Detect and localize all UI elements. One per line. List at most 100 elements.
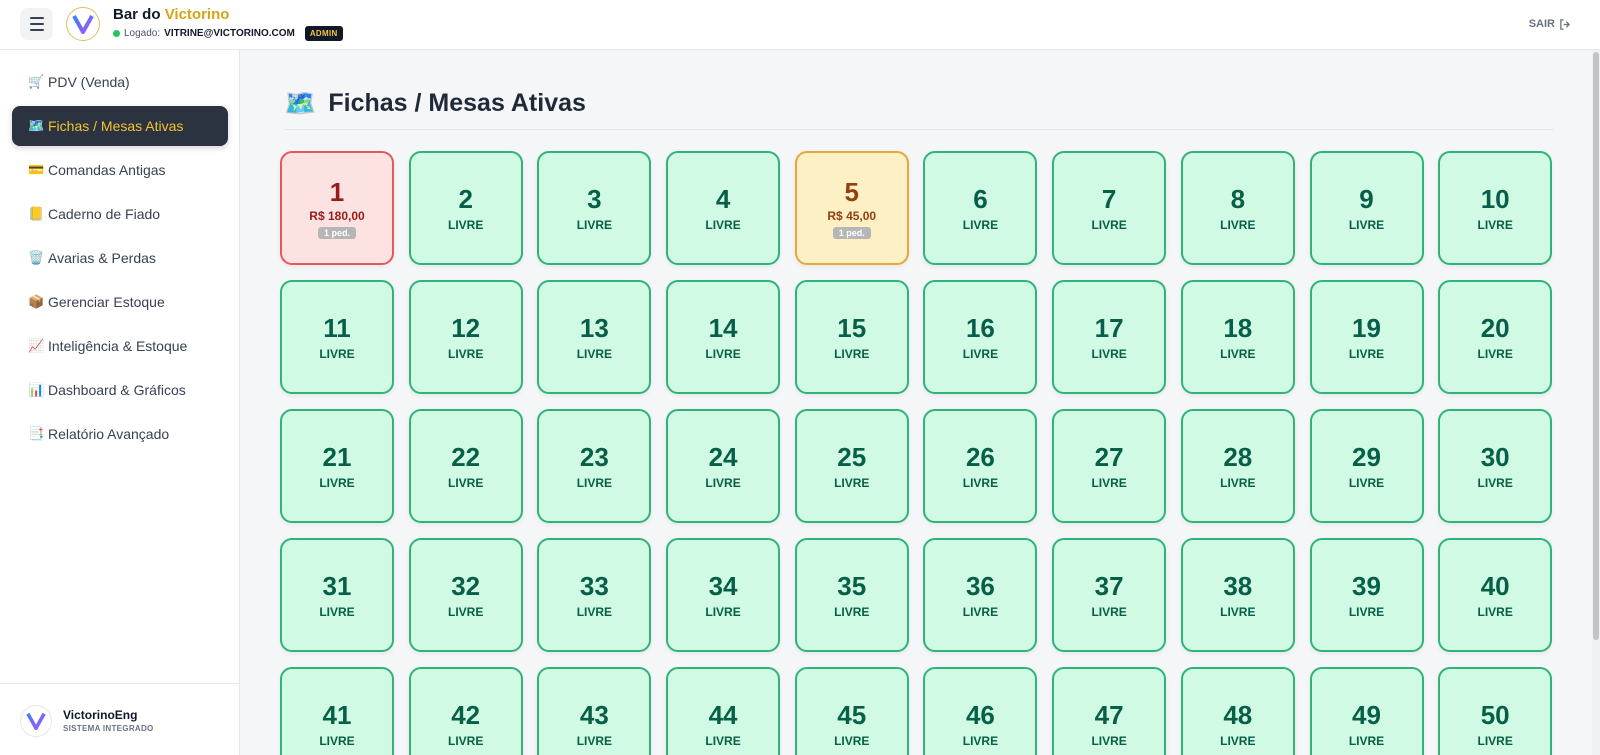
- sidebar-item-icon: 🛒: [28, 74, 45, 89]
- table-status: LIVRE: [834, 605, 870, 619]
- table-status: LIVRE: [1477, 347, 1513, 361]
- table-status: LIVRE: [1477, 605, 1513, 619]
- table-number: 14: [708, 313, 738, 343]
- table-status: LIVRE: [705, 218, 741, 232]
- sidebar-item-pdv-venda[interactable]: 🛒 PDV (Venda): [12, 62, 228, 102]
- table-number: 31: [322, 571, 352, 601]
- tables-grid: 1 R$ 180,00 1 ped. 2 LIVRE 3 LIVRE 4 LIVRE 5 R$ 45…: [280, 151, 1553, 755]
- table-card-32[interactable]: 32 LIVRE: [408, 538, 523, 652]
- table-card-4[interactable]: 4 LIVRE: [666, 151, 781, 265]
- table-card-49[interactable]: 49 LIVRE: [1309, 667, 1424, 755]
- table-card-10[interactable]: 10 LIVRE: [1438, 151, 1553, 265]
- table-card-24[interactable]: 24 LIVRE: [666, 409, 781, 523]
- order-count-badge: 1 ped.: [832, 227, 871, 239]
- table-card-40[interactable]: 40 LIVRE: [1438, 538, 1553, 652]
- sidebar: 🛒 PDV (Venda) 🗺️ Fichas / Mesas Ativas 💳 Coma…: [0, 50, 240, 755]
- table-card-19[interactable]: 19 LIVRE: [1309, 280, 1424, 394]
- table-number: 12: [451, 313, 481, 343]
- table-card-35[interactable]: 35 LIVRE: [794, 538, 909, 652]
- table-status: LIVRE: [1348, 734, 1385, 748]
- table-card-18[interactable]: 18 LIVRE: [1180, 280, 1295, 394]
- table-number: 25: [837, 442, 867, 472]
- table-card-44[interactable]: 44 LIVRE: [666, 667, 781, 755]
- scrollbar-thumb[interactable]: [1593, 52, 1599, 640]
- table-card-48[interactable]: 48 LIVRE: [1180, 667, 1295, 755]
- table-card-31[interactable]: 31 LIVRE: [280, 538, 394, 652]
- table-card-43[interactable]: 43 LIVRE: [537, 667, 652, 755]
- sidebar-item-label: Dashboard & Gráficos: [48, 382, 186, 398]
- table-card-45[interactable]: 45 LIVRE: [794, 667, 909, 755]
- table-card-26[interactable]: 26 LIVRE: [923, 409, 1038, 523]
- table-status: LIVRE: [319, 476, 355, 490]
- table-card-16[interactable]: 16 LIVRE: [923, 280, 1038, 394]
- table-card-23[interactable]: 23 LIVRE: [537, 409, 652, 523]
- sidebar-item-label: Caderno de Fiado: [48, 206, 161, 222]
- table-card-20[interactable]: 20 LIVRE: [1438, 280, 1553, 394]
- table-card-37[interactable]: 37 LIVRE: [1052, 538, 1167, 652]
- sidebar-item-comandas-antigas[interactable]: 💳 Comandas Antigas: [12, 150, 228, 190]
- table-card-21[interactable]: 21 LIVRE: [280, 409, 394, 523]
- table-card-9[interactable]: 9 LIVRE: [1309, 151, 1424, 265]
- table-card-41[interactable]: 41 LIVRE: [280, 667, 394, 755]
- logout-button[interactable]: SAIR: [1529, 18, 1570, 30]
- table-number: 1: [329, 177, 345, 207]
- table-status: LIVRE: [576, 734, 613, 748]
- table-number: 7: [1101, 184, 1117, 214]
- sidebar-item-caderno-de-fiado[interactable]: 📒 Caderno de Fiado: [12, 194, 228, 234]
- table-card-13[interactable]: 13 LIVRE: [537, 280, 652, 394]
- table-number: 41: [322, 700, 352, 730]
- table-card-7[interactable]: 7 LIVRE: [1052, 151, 1167, 265]
- sidebar-item-dashboard-gr-ficos[interactable]: 📊 Dashboard & Gráficos: [12, 370, 228, 410]
- sidebar-item-fichas-mesas-ativas[interactable]: 🗺️ Fichas / Mesas Ativas: [12, 106, 228, 146]
- table-card-39[interactable]: 39 LIVRE: [1309, 538, 1424, 652]
- sidebar-item-gerenciar-estoque[interactable]: 📦 Gerenciar Estoque: [12, 282, 228, 322]
- table-number: 26: [965, 442, 995, 472]
- table-card-36[interactable]: 36 LIVRE: [923, 538, 1038, 652]
- table-number: 33: [579, 571, 609, 601]
- sidebar-item-avarias-perdas[interactable]: 🗑️ Avarias & Perdas: [12, 238, 228, 278]
- table-card-29[interactable]: 29 LIVRE: [1309, 409, 1424, 523]
- table-card-8[interactable]: 8 LIVRE: [1180, 151, 1295, 265]
- table-amount: R$ 180,00: [309, 209, 365, 223]
- table-card-50[interactable]: 50 LIVRE: [1438, 667, 1553, 755]
- sidebar-item-intelig-ncia-estoque[interactable]: 📈 Inteligência & Estoque: [12, 326, 228, 366]
- table-card-14[interactable]: 14 LIVRE: [666, 280, 781, 394]
- table-status: LIVRE: [448, 476, 484, 490]
- table-card-11[interactable]: 11 LIVRE: [280, 280, 394, 394]
- table-card-3[interactable]: 3 LIVRE: [537, 151, 652, 265]
- menu-toggle-button[interactable]: [20, 8, 53, 40]
- table-card-17[interactable]: 17 LIVRE: [1052, 280, 1167, 394]
- table-card-27[interactable]: 27 LIVRE: [1052, 409, 1167, 523]
- table-card-22[interactable]: 22 LIVRE: [408, 409, 523, 523]
- table-number: 36: [965, 571, 995, 601]
- table-card-38[interactable]: 38 LIVRE: [1180, 538, 1295, 652]
- brand-logo-icon: [66, 7, 100, 41]
- table-number: 43: [579, 700, 609, 730]
- table-number: 30: [1480, 442, 1510, 472]
- sidebar-item-label: Inteligência & Estoque: [48, 338, 188, 354]
- sidebar-item-relat-rio-avan-ado[interactable]: 📑 Relatório Avançado: [12, 414, 228, 454]
- table-card-46[interactable]: 46 LIVRE: [923, 667, 1038, 755]
- table-card-28[interactable]: 28 LIVRE: [1180, 409, 1295, 523]
- table-number: 6: [973, 184, 988, 214]
- table-number: 29: [1352, 442, 1381, 472]
- table-card-5[interactable]: 5 R$ 45,00 1 ped.: [794, 151, 909, 265]
- table-status: LIVRE: [448, 605, 484, 619]
- table-card-6[interactable]: 6 LIVRE: [923, 151, 1038, 265]
- table-number: 17: [1094, 313, 1124, 343]
- login-email: VITRINE@VICTORINO.COM: [164, 28, 295, 39]
- table-status: LIVRE: [1348, 347, 1385, 361]
- sidebar-item-label: Avarias & Perdas: [48, 250, 156, 266]
- table-card-42[interactable]: 42 LIVRE: [408, 667, 523, 755]
- table-card-25[interactable]: 25 LIVRE: [794, 409, 909, 523]
- table-status: LIVRE: [1348, 605, 1385, 619]
- table-card-1[interactable]: 1 R$ 180,00 1 ped.: [280, 151, 394, 265]
- table-card-15[interactable]: 15 LIVRE: [794, 280, 909, 394]
- main-scrollbar[interactable]: [1592, 50, 1600, 755]
- table-card-12[interactable]: 12 LIVRE: [408, 280, 523, 394]
- table-card-34[interactable]: 34 LIVRE: [666, 538, 781, 652]
- table-card-33[interactable]: 33 LIVRE: [537, 538, 652, 652]
- table-card-47[interactable]: 47 LIVRE: [1052, 667, 1167, 755]
- table-card-30[interactable]: 30 LIVRE: [1438, 409, 1553, 523]
- table-card-2[interactable]: 2 LIVRE: [408, 151, 523, 265]
